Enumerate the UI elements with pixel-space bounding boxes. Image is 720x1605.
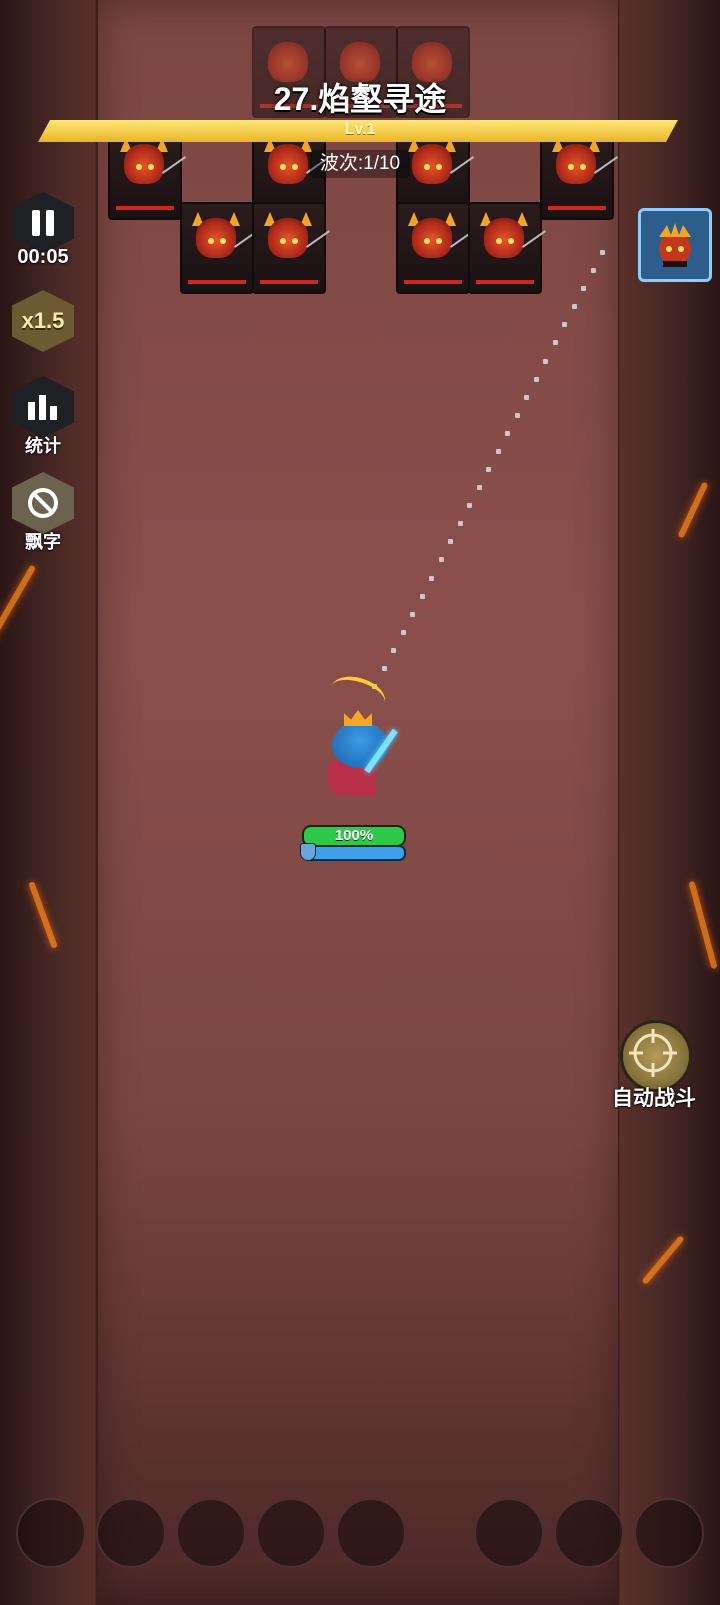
speed-value: x1.5 <box>21 308 65 333</box>
skill-slot[interactable] <box>16 1498 86 1568</box>
aim-dot <box>552 340 558 346</box>
aim-dot <box>495 448 501 454</box>
boss-icon <box>659 223 691 267</box>
aim-dot <box>486 467 491 472</box>
aim-dot <box>429 575 434 581</box>
stage-title: 27.焰壑寻途 <box>273 81 447 117</box>
boss-portrait-card[interactable] <box>638 208 712 282</box>
aim-dot <box>533 376 539 382</box>
aim-dot <box>571 304 577 310</box>
skill-slot[interactable] <box>634 1498 704 1568</box>
auto-battle-label: 自动战斗 <box>612 1087 696 1110</box>
aim-dot <box>543 358 548 364</box>
player-hero <box>320 700 410 810</box>
aim-dot <box>448 539 453 545</box>
enemy-demon <box>396 202 475 294</box>
crosshair-icon <box>629 1029 677 1077</box>
enemy-demon <box>252 202 331 294</box>
stats-label: 统计 <box>25 436 61 456</box>
aim-dot <box>410 611 415 617</box>
player-shield-bar <box>302 845 406 861</box>
aim-dot <box>514 412 520 418</box>
bar-chart-icon <box>28 395 57 420</box>
aim-dot <box>400 629 406 635</box>
enemy-demon <box>180 202 259 294</box>
aim-dot <box>391 647 396 653</box>
aim-dot <box>590 268 596 274</box>
aim-dot <box>419 593 425 599</box>
elapsed-timer: 00:05 <box>17 246 69 268</box>
skill-slot[interactable] <box>256 1498 326 1568</box>
skill-slot[interactable] <box>336 1498 406 1568</box>
float-text-label: 飘字 <box>25 532 61 552</box>
pause-icon <box>32 210 54 236</box>
aim-dot <box>381 665 387 671</box>
level-label: Lv.1 <box>344 121 376 138</box>
aim-dot <box>457 521 463 527</box>
skill-slot[interactable] <box>554 1498 624 1568</box>
aim-dot <box>562 322 567 328</box>
enemy-demon <box>468 202 547 294</box>
skill-slot[interactable] <box>96 1498 166 1568</box>
wave-counter: 波次:1/10 <box>310 150 410 178</box>
skill-slot[interactable] <box>474 1498 544 1568</box>
aim-dot <box>505 430 510 436</box>
aim-dot <box>476 485 482 491</box>
aim-dot <box>600 250 605 255</box>
player-hp-bar: 100% <box>302 825 406 847</box>
skill-slot[interactable] <box>176 1498 246 1568</box>
aim-dot <box>467 503 472 509</box>
prohibited-icon <box>28 488 58 518</box>
aim-dot <box>438 557 444 563</box>
aim-dot <box>581 286 586 292</box>
aim-dot <box>524 394 529 400</box>
shield-icon <box>300 843 316 861</box>
